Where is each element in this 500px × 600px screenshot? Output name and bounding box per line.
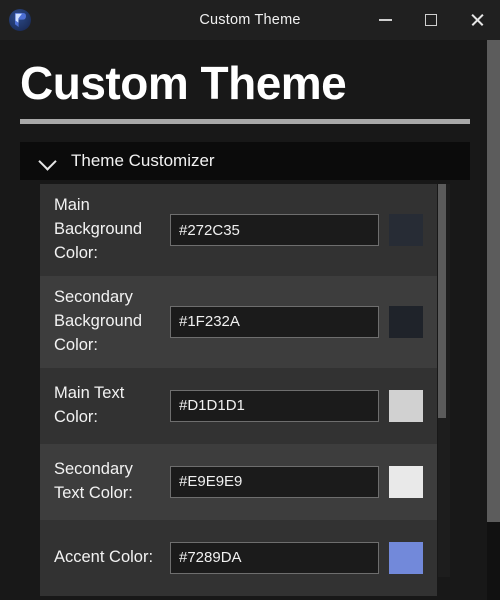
main-text-color-swatch[interactable] bbox=[389, 389, 423, 422]
table-row: Secondary Background Color: bbox=[40, 276, 437, 368]
table-row: Main Text Color: bbox=[40, 367, 437, 444]
row-label: Main Background Color: bbox=[54, 196, 143, 263]
page-title: Custom Theme bbox=[20, 57, 347, 109]
secondary-background-color-input[interactable] bbox=[170, 305, 379, 338]
scrollbar-thumb[interactable] bbox=[487, 40, 500, 522]
minimize-icon bbox=[378, 19, 392, 21]
row-label: Secondary Background Color: bbox=[54, 288, 143, 354]
accent-color-input[interactable] bbox=[170, 541, 379, 574]
table-row: Secondary Text Color: bbox=[40, 443, 437, 520]
theme-rows-viewport: Main Background Color: Secondary Backgro… bbox=[40, 184, 437, 596]
table-row: Accent Color: bbox=[40, 519, 437, 596]
table-row: Main Background Color: bbox=[40, 184, 437, 277]
app-logo-icon bbox=[9, 9, 31, 31]
secondary-background-color-swatch[interactable] bbox=[389, 305, 423, 338]
close-button[interactable] bbox=[454, 0, 500, 40]
theme-rows-panel: Main Background Color: Secondary Backgro… bbox=[40, 184, 450, 596]
accent-color-swatch[interactable] bbox=[389, 541, 423, 574]
chevron-down-icon[interactable] bbox=[38, 151, 58, 171]
window-titlebar: Custom Theme bbox=[0, 0, 500, 41]
secondary-text-color-swatch[interactable] bbox=[389, 465, 423, 498]
inner-vertical-scrollbar[interactable] bbox=[438, 184, 450, 578]
maximize-icon bbox=[425, 14, 437, 26]
close-icon bbox=[470, 13, 484, 27]
main-background-color-input[interactable] bbox=[170, 214, 379, 247]
page-content: Custom Theme Theme Customizer Main Backg… bbox=[0, 40, 487, 600]
row-label: Accent Color: bbox=[54, 547, 154, 566]
secondary-text-color-input[interactable] bbox=[170, 465, 379, 498]
minimize-button[interactable] bbox=[362, 0, 408, 40]
row-label: Secondary Text Color: bbox=[54, 459, 133, 502]
app-logo-glyph bbox=[15, 13, 26, 27]
theme-customizer-section-header[interactable]: Theme Customizer bbox=[20, 142, 470, 181]
heading-divider bbox=[20, 119, 470, 125]
inner-scrollbar-thumb[interactable] bbox=[438, 184, 446, 419]
main-background-color-swatch[interactable] bbox=[389, 214, 423, 247]
section-title: Theme Customizer bbox=[71, 151, 215, 171]
maximize-button[interactable] bbox=[408, 0, 454, 40]
main-text-color-input[interactable] bbox=[170, 389, 379, 422]
page-body: Custom Theme Theme Customizer Main Backg… bbox=[0, 40, 500, 600]
window-controls bbox=[362, 0, 500, 40]
vertical-scrollbar[interactable] bbox=[487, 40, 500, 600]
row-label: Main Text Color: bbox=[54, 383, 125, 426]
